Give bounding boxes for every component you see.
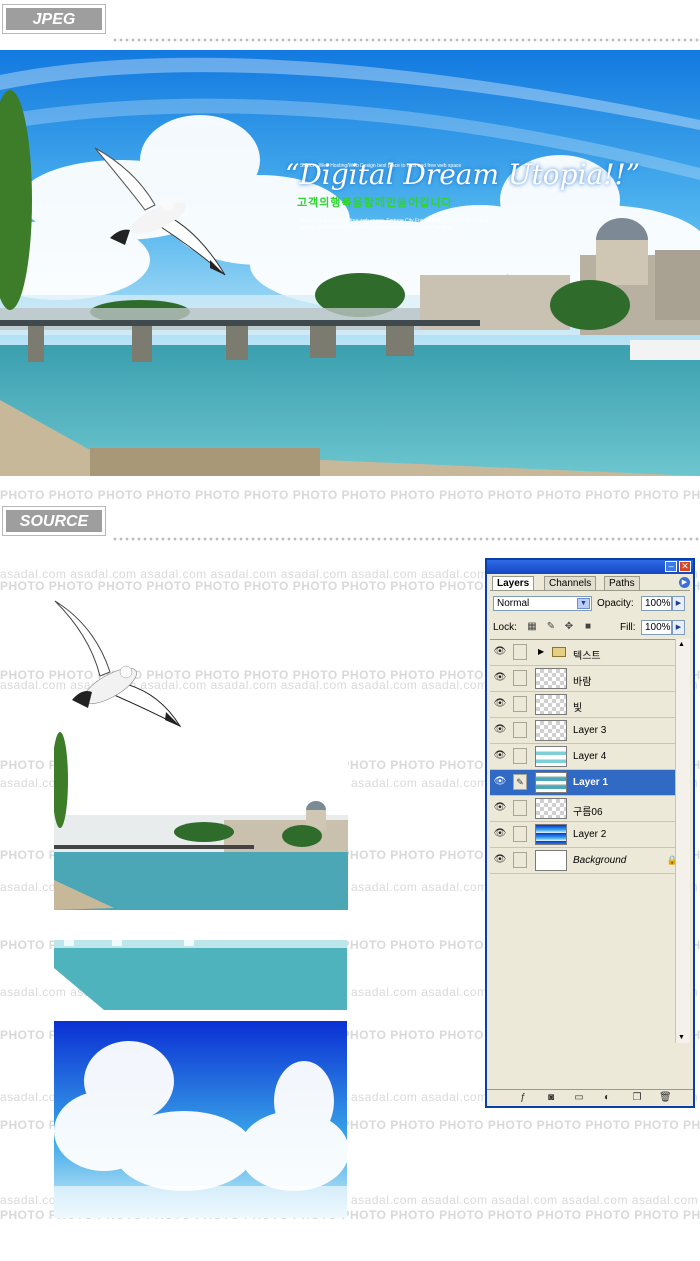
tab-paths[interactable]: Paths bbox=[604, 576, 640, 590]
watermark-row: PHOTO PHOTO PHOTO PHOTO PHOTO PHOTO PHOT… bbox=[0, 488, 700, 502]
layer-name: 텍스트 bbox=[573, 651, 601, 662]
scroll-down-icon[interactable]: ▼ bbox=[678, 1034, 685, 1041]
layer-row[interactable]: 👁 Layer 4 bbox=[490, 744, 682, 770]
fill-value: 100% bbox=[645, 622, 671, 633]
layer-thumbnail bbox=[535, 850, 567, 871]
source-label-text: SOURCE bbox=[6, 510, 102, 532]
layer-row[interactable]: 👁 Background 🔒 bbox=[490, 848, 682, 874]
panel-bottom-bar: ƒ ◙ ▭ ◐ ❐ 🗑 bbox=[487, 1089, 693, 1106]
scroll-up-icon[interactable]: ▲ bbox=[678, 641, 685, 648]
hero-image: “Digital Dream Utopia!!” 고객의행복을함께만들어갑니다 … bbox=[0, 50, 700, 476]
fill-input[interactable]: 100% ▶ bbox=[641, 620, 685, 635]
tab-channels[interactable]: Channels bbox=[544, 576, 597, 590]
lock-paint-icon[interactable]: ✎ bbox=[546, 622, 556, 632]
layer-name: 바람 bbox=[573, 677, 592, 688]
new-group-icon[interactable]: ▭ bbox=[573, 1092, 585, 1104]
layer-style-icon[interactable]: ƒ bbox=[517, 1092, 529, 1104]
tab-layers[interactable]: Layers bbox=[492, 576, 535, 591]
link-icon[interactable] bbox=[513, 748, 527, 764]
hero-small-line: name registration and free web space. Fo… bbox=[300, 218, 488, 224]
opacity-value: 100% bbox=[645, 598, 671, 609]
layers-scrollbar[interactable]: ▲ ▼ bbox=[675, 639, 690, 1043]
layer-name: Background bbox=[573, 855, 627, 866]
layer-name: Layer 2 bbox=[573, 829, 607, 840]
link-icon[interactable] bbox=[513, 722, 527, 738]
layers-panel: – ✕ Layers Channels Paths ▶ Normal ▼ Opa… bbox=[485, 558, 695, 1108]
layer-thumbnail bbox=[535, 772, 567, 793]
eye-icon[interactable]: 👁 bbox=[493, 827, 507, 841]
link-icon[interactable] bbox=[513, 644, 527, 660]
lock-all-icon[interactable]: ■ bbox=[583, 622, 593, 632]
layer-thumbnail bbox=[535, 798, 567, 819]
dotted-divider bbox=[112, 537, 700, 541]
source-city-image bbox=[54, 730, 348, 910]
layers-list: 👁 ▶ 텍스트 👁 바람 👁 빛 👁 Layer 3 👁 Layer 4 👁 ✎… bbox=[490, 639, 682, 1044]
layer-name: Layer 1 bbox=[573, 777, 609, 788]
layer-thumbnail bbox=[535, 746, 567, 767]
link-icon[interactable] bbox=[513, 800, 527, 816]
layer-mask-icon[interactable]: ◙ bbox=[545, 1092, 557, 1104]
panel-body: Normal ▼ Opacity: 100% ▶ Lock: ▦ ✎ ✥ ■ F… bbox=[490, 590, 690, 1090]
source-clouds-image bbox=[54, 1021, 347, 1218]
source-section-label: SOURCE bbox=[2, 506, 106, 536]
adjustment-layer-icon[interactable]: ◐ bbox=[601, 1092, 613, 1104]
layer-name: Layer 3 bbox=[573, 725, 607, 736]
close-icon[interactable]: ✕ bbox=[679, 561, 691, 572]
source-seagull-image bbox=[50, 596, 185, 731]
blend-mode-value: Normal bbox=[497, 598, 530, 609]
lock-transparent-icon[interactable]: ▦ bbox=[527, 622, 537, 632]
panel-titlebar[interactable]: – ✕ bbox=[487, 560, 693, 574]
folder-icon bbox=[552, 647, 566, 657]
dotted-divider bbox=[112, 38, 700, 42]
jpeg-label-text: JPEG bbox=[6, 8, 102, 30]
hero-scene bbox=[0, 50, 700, 476]
jpeg-section-label: JPEG bbox=[2, 4, 106, 34]
layer-row[interactable]: 👁 빛 bbox=[490, 692, 682, 718]
eye-icon[interactable]: 👁 bbox=[493, 801, 507, 815]
expand-arrow-icon[interactable]: ▶ bbox=[538, 647, 544, 656]
hero-subtitle: 고객의행복을함께만들어갑니다 bbox=[297, 197, 453, 209]
layer-name: Layer 4 bbox=[573, 751, 607, 762]
new-layer-icon[interactable]: ❐ bbox=[631, 1092, 643, 1104]
layer-thumbnail bbox=[535, 694, 567, 715]
fill-label: Fill: bbox=[620, 622, 636, 633]
minimize-icon[interactable]: – bbox=[665, 561, 677, 572]
eye-icon[interactable]: 👁 bbox=[493, 775, 507, 789]
hero-small-line: Select --Web Hosting/Web Design best pla… bbox=[300, 225, 452, 231]
eye-icon[interactable]: 👁 bbox=[493, 853, 507, 867]
panel-menu-icon[interactable]: ▶ bbox=[679, 577, 690, 588]
eye-icon[interactable]: 👁 bbox=[493, 645, 507, 659]
eye-icon[interactable]: 👁 bbox=[493, 749, 507, 763]
layer-row[interactable]: 👁 Layer 3 bbox=[490, 718, 682, 744]
layer-row-selected[interactable]: 👁 ✎ Layer 1 bbox=[490, 770, 682, 796]
layer-thumbnail bbox=[535, 668, 567, 689]
brush-icon[interactable]: ✎ bbox=[513, 774, 527, 790]
layer-row[interactable]: 👁 구름06 bbox=[490, 796, 682, 822]
eye-icon[interactable]: 👁 bbox=[493, 697, 507, 711]
link-icon[interactable] bbox=[513, 696, 527, 712]
layer-row[interactable]: 👁 바람 bbox=[490, 666, 682, 692]
fill-arrow-icon[interactable]: ▶ bbox=[672, 620, 685, 635]
layer-name: 빛 bbox=[573, 703, 583, 714]
lock-move-icon[interactable]: ✥ bbox=[564, 622, 574, 632]
link-icon[interactable] bbox=[513, 826, 527, 842]
trash-icon[interactable]: 🗑 bbox=[659, 1092, 672, 1104]
layer-name: 구름06 bbox=[573, 807, 603, 818]
layer-thumbnail bbox=[535, 824, 567, 845]
lock-label: Lock: bbox=[493, 622, 517, 633]
link-icon[interactable] bbox=[513, 670, 527, 686]
layer-row[interactable]: 👁 Layer 2 bbox=[490, 822, 682, 848]
chevron-down-icon: ▼ bbox=[577, 598, 590, 609]
link-icon[interactable] bbox=[513, 852, 527, 868]
layer-row[interactable]: 👁 ▶ 텍스트 bbox=[490, 640, 682, 666]
blend-mode-select[interactable]: Normal ▼ bbox=[493, 596, 592, 611]
eye-icon[interactable]: 👁 bbox=[493, 723, 507, 737]
layer-thumbnail bbox=[535, 720, 567, 741]
source-water-image bbox=[54, 938, 347, 1010]
eye-icon[interactable]: 👁 bbox=[493, 671, 507, 685]
opacity-arrow-icon[interactable]: ▶ bbox=[672, 596, 685, 611]
opacity-label: Opacity: bbox=[597, 598, 634, 609]
hero-small-line: Select --Web Hosting/Web Design best pla… bbox=[300, 163, 462, 169]
opacity-input[interactable]: 100% ▶ bbox=[641, 596, 685, 611]
